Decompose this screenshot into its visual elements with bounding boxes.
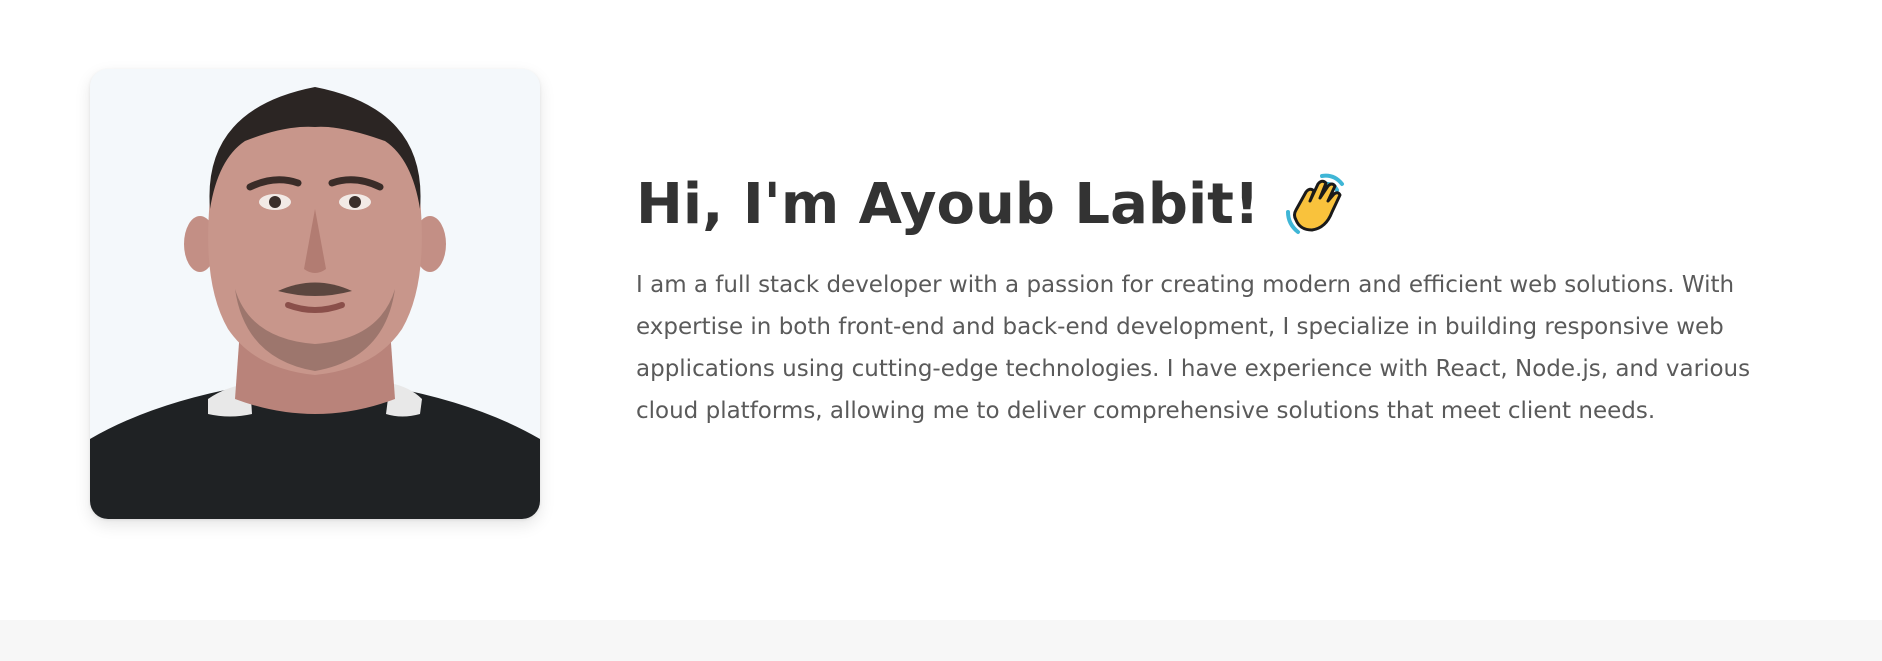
bio-paragraph: I am a full stack developer with a passi… bbox=[636, 272, 1751, 424]
portrait-illustration bbox=[90, 69, 540, 519]
profile-photo bbox=[90, 69, 540, 519]
hero-section: Hi, I'm Ayoub Labit! I am a full stack d… bbox=[0, 0, 1882, 620]
footer-band bbox=[0, 620, 1882, 661]
waving-hand-icon bbox=[1282, 170, 1352, 240]
intro-block: Hi, I'm Ayoub Labit! I am a full stack d… bbox=[636, 168, 1761, 432]
title-row: Hi, I'm Ayoub Labit! bbox=[636, 168, 1761, 242]
page-title: Hi, I'm Ayoub Labit! bbox=[636, 172, 1260, 237]
